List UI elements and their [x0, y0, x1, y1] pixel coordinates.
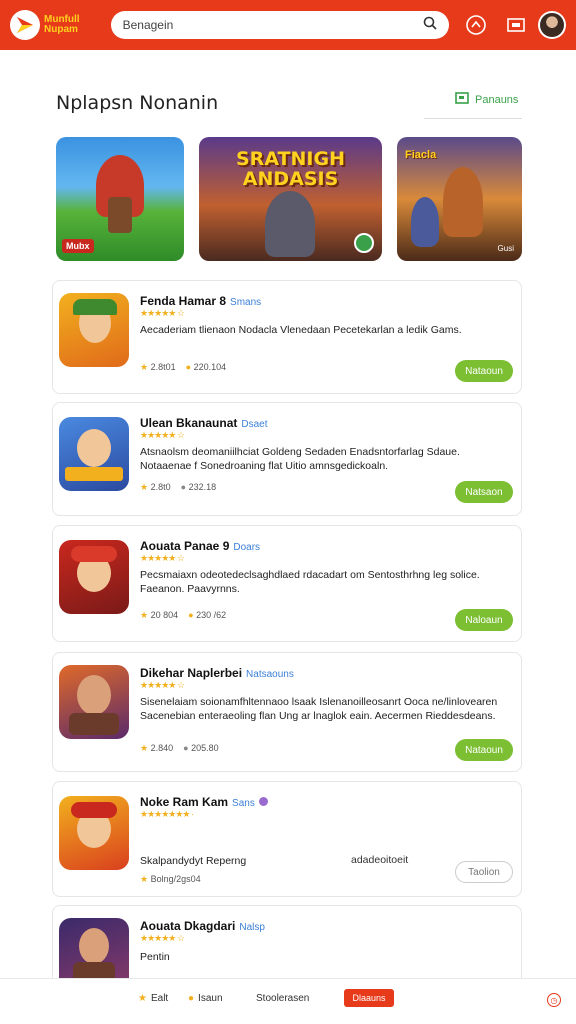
- featured-banner-3[interactable]: Fiacla Gusi: [397, 137, 522, 261]
- app-title: Fenda Hamar 8 Smans: [140, 294, 262, 308]
- app-title: Aouata Panae 9 Doars: [140, 539, 261, 553]
- section-link-label: Panauns: [475, 93, 519, 106]
- section-title: Nplapsn Nonanin: [56, 92, 219, 114]
- banner-tag: Mubx: [62, 239, 94, 253]
- app-tag: Doars: [233, 542, 261, 553]
- nav-label: Stoolerasen: [256, 993, 310, 1004]
- download-count: 205.80: [191, 743, 219, 753]
- app-card[interactable]: Aouata Panae 9 Doars ★★★★★ ☆ Pecsmaiaxn o…: [52, 525, 522, 642]
- rating-stars: ★★★★★ ☆: [140, 680, 185, 690]
- app-title: Ulean Bkanaunat Dsaet: [140, 416, 268, 430]
- banner-character: [265, 191, 315, 257]
- nav-label: Isaun: [198, 993, 223, 1004]
- user-avatar[interactable]: [538, 11, 566, 39]
- section-divider: [424, 118, 522, 119]
- logo-mark-icon: [10, 10, 40, 40]
- app-title: Noke Ram Kam Sans: [140, 795, 268, 809]
- nav-item-stoolerasen[interactable]: Stoolerasen: [256, 993, 309, 1004]
- logo-text: Munfull Nupam: [44, 14, 80, 35]
- featured-banner-1[interactable]: Mubx: [56, 137, 184, 261]
- app-description: Sisenelaiam soionamfhltennaoo lsaak Isle…: [140, 696, 498, 722]
- app-description: Atsnaolsm deomaniilhciat Goldeng Sedaden…: [140, 446, 460, 472]
- app-screen: Munfull Nupam Benagein Nplapsn Nonanin P…: [0, 0, 576, 1024]
- app-card[interactable]: Dikehar Naplerbei Natsaouns ★★★★★ ☆ Sisen…: [52, 652, 522, 772]
- app-card[interactable]: Ulean Bkanaunat Dsaet ★★★★★ ☆ Atsnaolsm d…: [52, 402, 522, 516]
- app-tag: Smans: [230, 297, 262, 308]
- bottom-nav: ★ Ealt ● Isaun Stoolerasen Dlaauns ◷: [0, 978, 576, 1024]
- app-logo[interactable]: Munfull Nupam: [10, 7, 93, 43]
- rating-stars: ★★★★★★★ ·: [140, 809, 194, 819]
- controller-icon[interactable]: [463, 12, 489, 38]
- install-button[interactable]: Nataoun: [455, 360, 513, 382]
- app-title: Aouata Dkagdari Nalsp: [140, 919, 265, 933]
- app-card[interactable]: Fenda Hamar 8 Smans ★★★★★ ☆ Aecaderiam tl…: [52, 280, 522, 394]
- app-description: Pentin: [140, 951, 170, 963]
- app-icon: [59, 293, 129, 367]
- app-tag: Sans: [232, 798, 255, 809]
- install-button[interactable]: Natsaon: [455, 481, 513, 503]
- banner-character: [443, 167, 483, 237]
- rating-value: 20 804: [150, 610, 179, 620]
- app-meta: ★ Bolng/2gs04: [140, 874, 201, 884]
- app-meta: ★ 20 804 ● 230 /62: [140, 610, 227, 620]
- app-meta: ★ 2.8t0 ● 232.18: [140, 482, 217, 492]
- verified-icon: [258, 797, 268, 806]
- rating-value: 2.8t0: [150, 482, 171, 492]
- nav-label: Ealt: [150, 993, 169, 1004]
- panel-icon: [455, 92, 469, 107]
- install-button[interactable]: Nataoun: [455, 739, 513, 761]
- app-tag: Nalsp: [239, 922, 265, 933]
- news-icon[interactable]: [503, 12, 529, 38]
- app-card[interactable]: Noke Ram Kam Sans ★★★★★★★ · Skalpandydyt …: [52, 781, 522, 897]
- banner-character-legs: [108, 197, 132, 233]
- rating-stars: ★★★★★ ☆: [140, 933, 185, 943]
- search-bar[interactable]: Benagein: [110, 11, 450, 39]
- rating-value: 2.840: [150, 743, 174, 753]
- install-button[interactable]: Taolion: [455, 861, 513, 883]
- download-count: 230 /62: [196, 610, 227, 620]
- app-tag: Natsaouns: [246, 669, 294, 680]
- app-meta: ★ 2.8t01 ● 220.104: [140, 362, 227, 372]
- featured-banner-2[interactable]: SRATNIGH ANDASIS: [199, 137, 382, 261]
- app-icon: [59, 417, 129, 491]
- banner-title: Fiacla: [405, 149, 437, 161]
- banner-title: SRATNIGH ANDASIS: [236, 148, 345, 190]
- nav-item-ealt[interactable]: ★ Ealt: [138, 993, 168, 1004]
- star-icon: ★: [138, 993, 147, 1004]
- app-meta: ★ 2.840 ● 205.80: [140, 743, 219, 753]
- app-description: Pecsmaiaxn odeotedeclsaghdlaed rdacadart…: [140, 569, 480, 595]
- app-icon: [59, 540, 129, 614]
- install-button[interactable]: Naloaun: [455, 609, 513, 631]
- search-icon[interactable]: [423, 16, 437, 35]
- banner-tag: Gusi: [497, 244, 514, 253]
- rating-stars: ★★★★★ ☆: [140, 553, 185, 563]
- search-input[interactable]: Benagein: [123, 18, 424, 32]
- download-count: 220.104: [193, 362, 227, 372]
- rating-value: Bolng/2gs04: [150, 874, 201, 884]
- play-icon[interactable]: [354, 233, 374, 253]
- clock-icon[interactable]: ◷: [547, 993, 561, 1007]
- section-link[interactable]: Panauns: [455, 92, 518, 107]
- app-description: Skalpandydyt Reperng: [140, 855, 247, 867]
- app-title: Dikehar Naplerbei Natsaouns: [140, 666, 294, 680]
- top-bar: Munfull Nupam Benagein: [0, 0, 576, 50]
- rating-stars: ★★★★★ ☆: [140, 308, 185, 318]
- coin-icon: ●: [188, 993, 195, 1004]
- banner-character-2: [411, 197, 439, 247]
- app-description: Aecaderiam tlienaon Nodacla Vlenedaan Pe…: [140, 324, 462, 336]
- app-subtitle-right: adadeoitoeit: [351, 854, 409, 866]
- nav-item-isaun[interactable]: ● Isaun: [188, 993, 223, 1004]
- rating-stars: ★★★★★ ☆: [140, 430, 185, 440]
- app-tag: Dsaet: [241, 419, 268, 430]
- app-icon: [59, 796, 129, 870]
- rating-value: 2.8t01: [150, 362, 176, 372]
- nav-item-active[interactable]: Dlaauns: [344, 989, 394, 1007]
- app-icon: [59, 665, 129, 739]
- download-count: 232.18: [188, 482, 217, 492]
